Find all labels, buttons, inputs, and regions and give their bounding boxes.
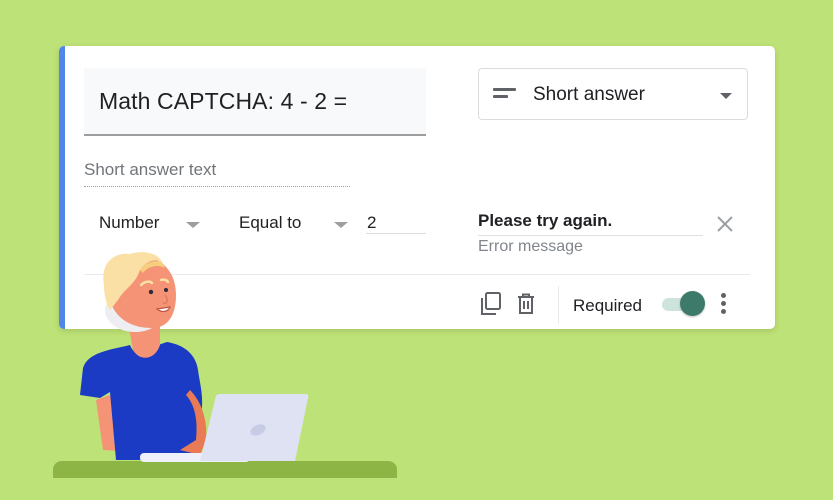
person-shirt xyxy=(80,342,203,460)
validation-condition-select[interactable]: Equal to xyxy=(239,213,301,233)
required-label: Required xyxy=(573,296,642,315)
more-options-icon[interactable] xyxy=(718,293,728,317)
question-type-label: Short answer xyxy=(533,84,645,105)
laptop-keyboard xyxy=(140,453,250,462)
desk xyxy=(53,461,397,478)
delete-icon[interactable] xyxy=(516,293,536,315)
person-arm-back xyxy=(96,395,205,455)
question-type-dropdown[interactable]: Short answer xyxy=(478,68,748,120)
error-message-label: Error message xyxy=(478,238,583,255)
chevron-down-icon xyxy=(720,93,732,99)
answer-placeholder: Short answer text xyxy=(84,160,350,187)
close-icon[interactable] xyxy=(716,215,734,233)
laptop-logo xyxy=(250,424,266,436)
required-toggle-thumb xyxy=(680,291,705,316)
question-title: Math CAPTCHA: 4 - 2 = xyxy=(99,88,348,114)
validation-type-select[interactable]: Number xyxy=(99,213,159,233)
person-arm-front xyxy=(180,390,207,455)
footer-divider xyxy=(84,274,750,275)
required-toggle[interactable] xyxy=(660,291,706,317)
question-card: Math CAPTCHA: 4 - 2 = Short answer Short… xyxy=(59,46,775,329)
short-text-icon xyxy=(493,88,516,98)
card-accent-bar xyxy=(59,46,65,329)
question-title-field[interactable]: Math CAPTCHA: 4 - 2 = xyxy=(84,68,426,136)
laptop-screen xyxy=(200,394,309,461)
footer-vertical-divider xyxy=(558,286,559,324)
validation-value-input[interactable]: 2 xyxy=(366,213,426,234)
error-message-input[interactable]: Please try again. xyxy=(478,211,703,236)
duplicate-icon[interactable] xyxy=(480,292,502,316)
validation-type-chevron-icon[interactable] xyxy=(186,222,200,228)
validation-condition-chevron-icon[interactable] xyxy=(334,222,348,228)
